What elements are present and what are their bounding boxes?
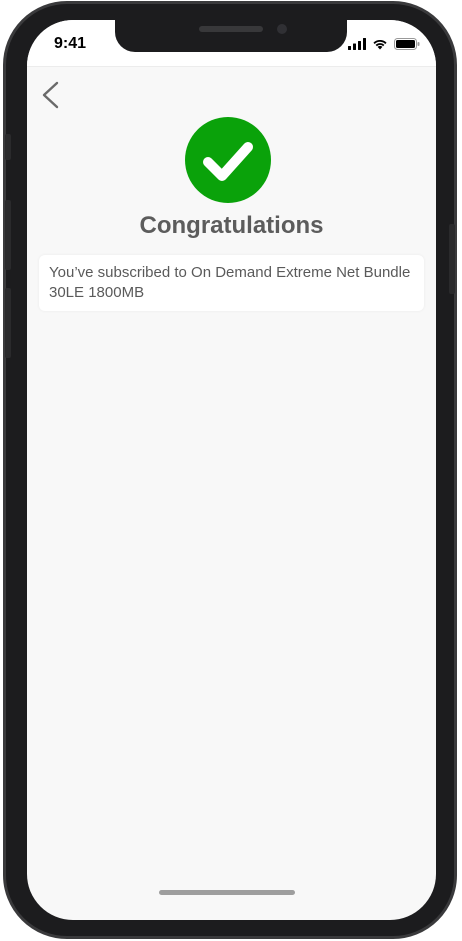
power-button [449,224,455,294]
status-time: 9:41 [54,35,87,52]
cellular-signal-icon [348,38,366,50]
notch-speaker [199,26,263,32]
home-indicator[interactable] [159,890,295,895]
silent-switch [5,134,11,160]
back-button[interactable] [35,78,67,112]
phone-screen: 9:41 Congratulations You’ve subscribed t… [27,20,436,920]
wifi-icon [373,39,387,50]
message-card: You’ve subscribed to On Demand Extreme N… [39,255,424,311]
status-icons [348,37,420,51]
page-title: Congratulations [139,212,324,239]
notch-camera [277,24,287,34]
volume-up-button [5,200,11,270]
status-bar: 9:41 [27,20,436,67]
notch [115,20,347,52]
subscription-message: You’ve subscribed to On Demand Extreme N… [49,264,411,301]
battery-icon [394,38,420,50]
volume-down-button [5,288,11,358]
check-circle-icon [184,116,272,204]
chevron-left-icon [42,81,59,109]
